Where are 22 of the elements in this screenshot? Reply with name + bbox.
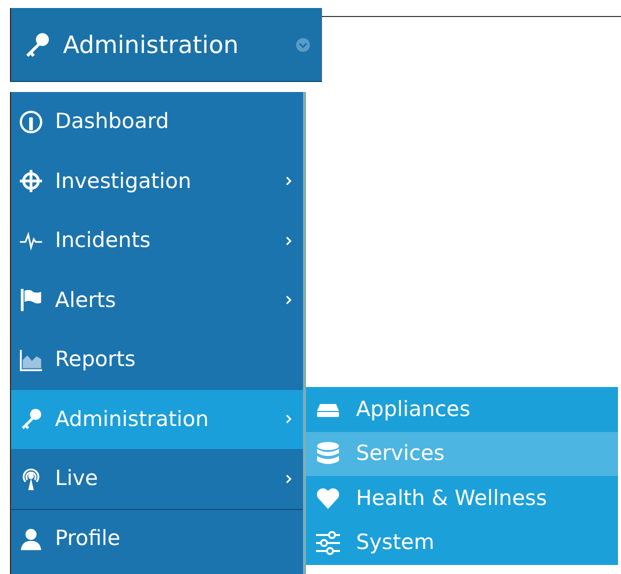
- flag-icon: [19, 288, 43, 312]
- submenu-item[interactable]: Appliances: [306, 387, 618, 432]
- menu-item[interactable]: Profile: [11, 508, 303, 568]
- menu-item[interactable]: Administration: [11, 390, 303, 449]
- user-icon: [19, 526, 43, 551]
- menu-item[interactable]: Live: [11, 449, 303, 508]
- crosshair-icon: [19, 169, 43, 194]
- menu-item[interactable]: Dashboard: [11, 92, 303, 152]
- dropdown-icon: [294, 36, 312, 54]
- menu-item[interactable]: Alerts: [11, 270, 303, 330]
- menu-item[interactable]: Reports: [11, 330, 303, 390]
- submenu-item[interactable]: Health & Wellness: [306, 476, 618, 520]
- header-title: Administration: [63, 30, 240, 60]
- menu-item[interactable]: Investigation: [11, 152, 303, 211]
- key-icon: [19, 407, 43, 432]
- menu-item[interactable]: Incidents: [11, 211, 303, 270]
- sliders-icon: [314, 530, 342, 556]
- area-chart-icon: [19, 348, 43, 372]
- submenu-item[interactable]: System: [306, 520, 618, 565]
- menu-header[interactable]: Administration: [10, 8, 322, 82]
- gauge-icon: [19, 110, 43, 134]
- database-icon: [314, 440, 342, 467]
